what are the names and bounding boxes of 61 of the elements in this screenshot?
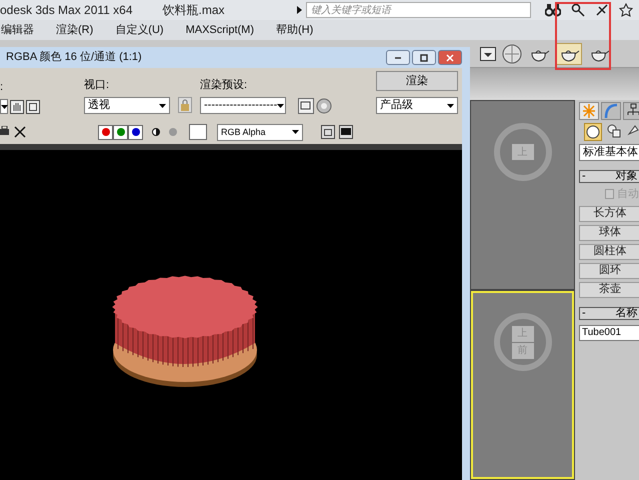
window-title: RGBA 颜色 16 位/通道 (1:1) [5, 50, 142, 66]
rollout-title: 名称 [616, 308, 638, 318]
teapot-icon[interactable] [556, 42, 582, 64]
binoculars-icon[interactable] [545, 3, 561, 17]
caret-icon [1, 104, 8, 108]
close-button[interactable] [438, 50, 462, 65]
color-swatch[interactable] [189, 124, 207, 140]
caret-icon [277, 104, 284, 108]
preset-dropdown[interactable]: -------------------- [200, 97, 286, 114]
contrast-icon[interactable] [152, 128, 160, 136]
menu-item[interactable]: 渲染(R) [55, 22, 94, 38]
app-title: odesk 3ds Max 2011 x64 [0, 2, 133, 19]
caret-icon [159, 104, 166, 108]
star-icon[interactable] [619, 3, 633, 17]
folder-icon[interactable] [298, 98, 314, 114]
checkbox[interactable] [605, 189, 614, 200]
rollout-bar[interactable]: - 名称 [579, 306, 639, 320]
print-icon[interactable] [0, 126, 10, 138]
menu-item[interactable]: 编辑器 [0, 22, 35, 38]
maximize-button[interactable] [412, 50, 436, 65]
caret-icon [447, 104, 454, 108]
menu-item[interactable]: 帮助(H) [275, 22, 314, 38]
dropdown-stub[interactable] [0, 99, 8, 114]
file-name: 饮料瓶.max [162, 2, 225, 19]
rollout-bar[interactable]: - 对象 [579, 170, 639, 183]
play-arrow-icon [297, 6, 302, 14]
collapse-sign: - [582, 171, 586, 182]
collapse-sign: - [582, 308, 586, 318]
quality-dropdown[interactable]: 产品级 [376, 97, 458, 114]
name-field[interactable]: Tube001 [579, 324, 639, 340]
lock-icon[interactable] [178, 97, 192, 113]
rollout-title: 对象 [616, 171, 638, 182]
channel-dropdown[interactable]: RGB Alpha [217, 124, 303, 140]
window-icon[interactable] [321, 125, 335, 139]
caret-icon [292, 130, 299, 134]
highlight-frame [555, 2, 611, 70]
sphere-icon[interactable] [584, 123, 602, 141]
category-dropdown[interactable]: 标准基本体 [579, 144, 639, 161]
create-button[interactable]: 长方体 [579, 206, 639, 222]
display-icon[interactable] [339, 125, 353, 139]
search-field[interactable]: 键入关键字或短语 [306, 2, 531, 18]
field-label: 渲染预设: [200, 78, 248, 92]
menu-item[interactable]: MAXScript(M) [184, 22, 256, 38]
frame-icon[interactable] [26, 100, 40, 114]
render-button[interactable]: 渲染 [376, 71, 458, 91]
gear-icon[interactable] [316, 98, 332, 114]
hierarchy-icon[interactable] [623, 102, 639, 120]
create-button[interactable]: 球体 [579, 224, 639, 240]
material-sphere-icon[interactable] [502, 44, 522, 64]
close-icon[interactable] [14, 126, 26, 138]
mono-dot-icon[interactable] [169, 128, 177, 136]
field-label: : [0, 80, 4, 94]
create-button[interactable]: 圆环 [579, 262, 639, 278]
toolbar-field-icon[interactable] [480, 46, 496, 60]
viewport-dropdown[interactable]: 透视 [84, 97, 170, 114]
create-button[interactable]: 圆柱体 [579, 244, 639, 260]
field-label: 视口: [84, 78, 110, 92]
create-button[interactable]: 茶壶 [579, 282, 639, 298]
close-icon [444, 52, 456, 64]
maximize-icon [418, 52, 430, 64]
menu-item[interactable]: 自定义(U) [114, 22, 165, 38]
